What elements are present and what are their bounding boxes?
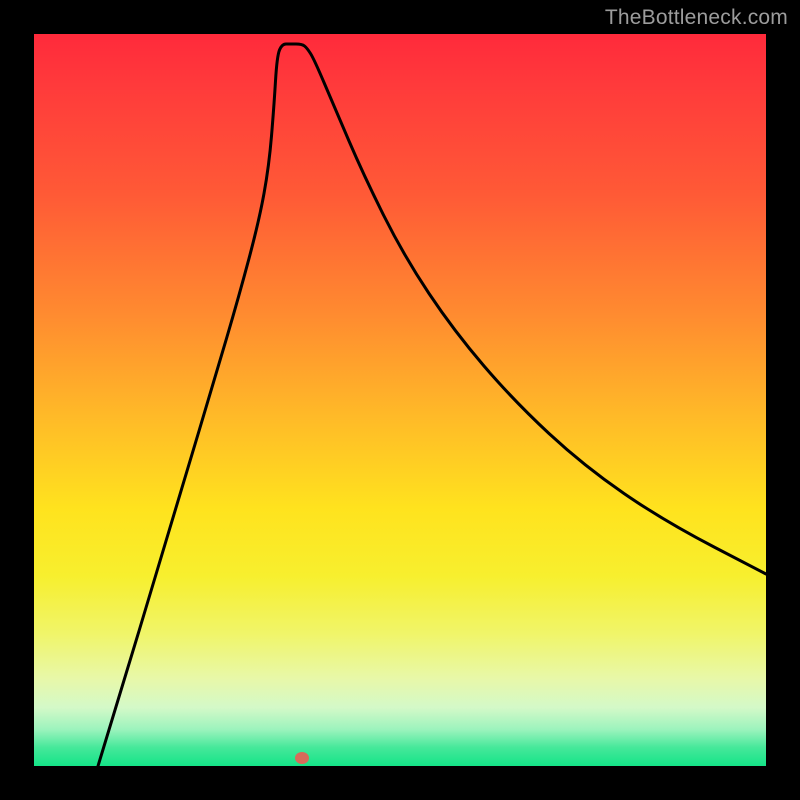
plot-frame	[34, 34, 766, 766]
bottleneck-curve	[98, 44, 766, 766]
optimum-marker	[295, 752, 309, 764]
watermark-text: TheBottleneck.com	[605, 6, 788, 30]
plot-svg	[34, 34, 766, 766]
